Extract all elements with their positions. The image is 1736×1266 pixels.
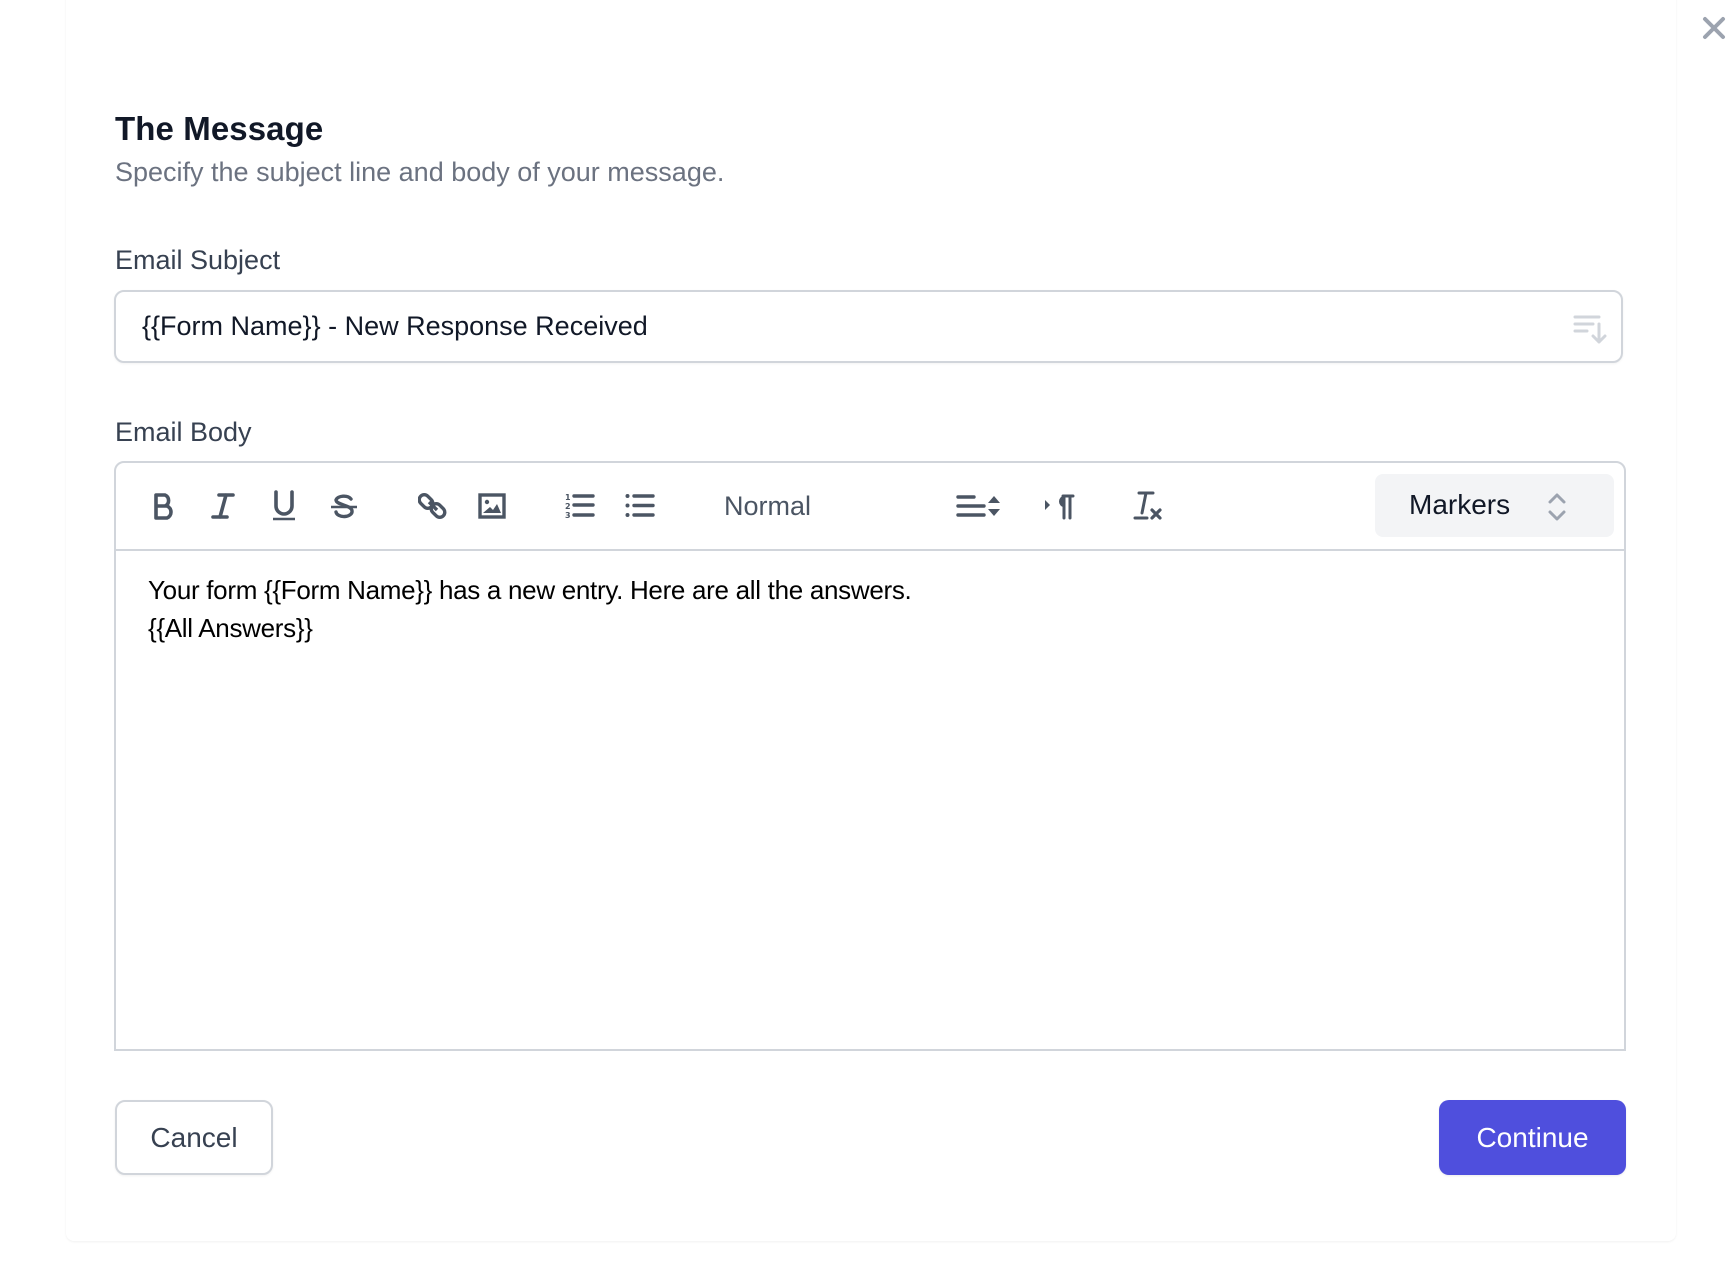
image-button[interactable] — [473, 487, 511, 525]
ordered-list-button[interactable]: 1 2 3 — [561, 487, 599, 525]
text-direction-button[interactable] — [1041, 487, 1079, 525]
align-button[interactable] — [952, 487, 990, 525]
bullet-list-button[interactable] — [621, 487, 659, 525]
rtl-paragraph-icon — [1045, 494, 1075, 520]
align-left-icon — [956, 495, 986, 517]
strikethrough-button[interactable] — [325, 487, 363, 525]
continue-button[interactable]: Continue — [1439, 1100, 1626, 1175]
markers-select[interactable]: Markers — [1375, 474, 1614, 537]
modal-subtitle: Specify the subject line and body of you… — [115, 157, 725, 187]
ordered-list-icon: 1 2 3 — [565, 493, 595, 520]
email-subject-input[interactable] — [140, 310, 1524, 343]
insert-marker-button[interactable] — [1573, 312, 1607, 346]
email-body-editor: 1 2 3 Normal Markers Your form {{Form Na… — [114, 461, 1626, 1051]
bold-icon — [154, 493, 173, 520]
close-button[interactable] — [1700, 14, 1728, 42]
modal-title: The Message — [115, 110, 324, 147]
body-line: {{All Answers}} — [148, 613, 313, 643]
insert-marker-icon — [1573, 315, 1607, 344]
email-subject-field[interactable] — [114, 290, 1623, 363]
underline-button[interactable] — [265, 487, 303, 525]
body-line: Your form {{Form Name}} has a new entry.… — [148, 575, 912, 605]
cancel-button[interactable]: Cancel — [115, 1100, 273, 1175]
clear-formatting-button[interactable] — [1130, 487, 1168, 525]
strikethrough-icon — [331, 494, 357, 519]
italic-icon — [211, 493, 235, 519]
close-icon — [1703, 17, 1725, 39]
chevron-up-down-icon — [1548, 493, 1566, 521]
email-subject-label: Email Subject — [115, 245, 281, 275]
italic-button[interactable] — [204, 487, 242, 525]
email-body-label: Email Body — [115, 417, 252, 447]
editor-toolbar: 1 2 3 Normal Markers — [116, 463, 1624, 551]
clear-format-icon — [1133, 491, 1162, 520]
underline-icon — [273, 490, 295, 521]
svg-text:3: 3 — [565, 511, 571, 520]
markers-value: Markers — [1409, 489, 1511, 520]
email-body-content[interactable]: Your form {{Form Name}} has a new entry.… — [148, 571, 1594, 647]
bold-button[interactable] — [145, 487, 183, 525]
text-style-value: Normal — [724, 490, 812, 521]
bullet-list-icon — [625, 494, 655, 517]
image-icon — [478, 493, 506, 519]
svg-text:2: 2 — [565, 502, 571, 511]
svg-text:1: 1 — [565, 493, 571, 502]
link-button[interactable] — [414, 487, 452, 525]
link-icon — [418, 493, 447, 519]
